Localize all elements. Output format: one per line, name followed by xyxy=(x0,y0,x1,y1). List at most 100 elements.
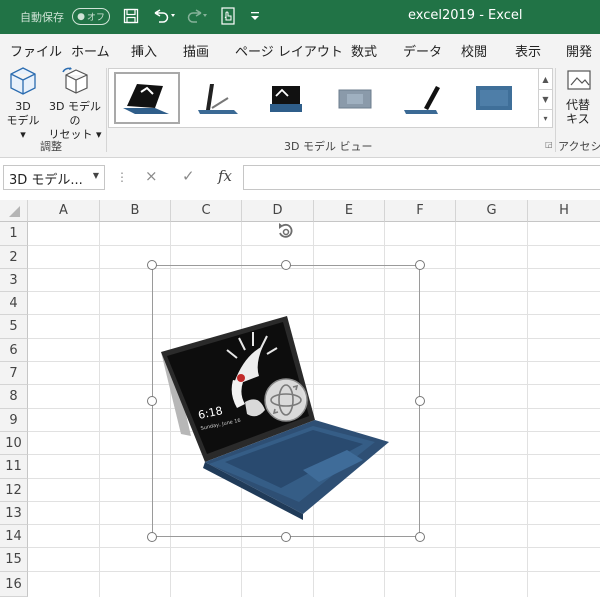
enter-icon[interactable]: ✓ xyxy=(182,167,195,185)
gallery-up-icon: ▲ xyxy=(542,74,549,84)
tab-home[interactable]: ホーム xyxy=(71,41,110,60)
column-header-e[interactable]: E xyxy=(314,200,385,222)
column-header-g[interactable]: G xyxy=(456,200,528,222)
group-separator xyxy=(106,68,107,152)
gridline xyxy=(99,222,100,597)
gridline xyxy=(28,245,600,246)
adjust-group-label: 調整 xyxy=(40,140,62,153)
resize-handle-top-left[interactable] xyxy=(147,260,157,270)
row-header-4[interactable]: 4 xyxy=(0,292,28,315)
row-header-9[interactable]: 9 xyxy=(0,409,28,432)
row-header-11[interactable]: 11 xyxy=(0,455,28,479)
view-thumbnail-2[interactable] xyxy=(183,72,249,124)
row-header-3[interactable]: 3 xyxy=(0,269,28,292)
gallery-scroll-down[interactable]: ▼ xyxy=(538,89,552,109)
autosave-state: オフ xyxy=(86,13,105,23)
alt-text-label-line1: 代替 xyxy=(566,98,591,112)
resize-handle-top[interactable] xyxy=(281,260,291,270)
column-header-f[interactable]: F xyxy=(385,200,456,222)
formula-input[interactable] xyxy=(243,165,600,190)
3d-model-views-group-label: 3D モデル ビュー xyxy=(284,140,373,153)
toggle-dot-icon: ● xyxy=(77,11,85,22)
name-box-dropdown-icon[interactable]: ▼ xyxy=(93,171,99,180)
tab-draw[interactable]: 描画 xyxy=(183,41,209,60)
view-thumbnail-1[interactable] xyxy=(114,72,180,124)
rotate-handle-icon[interactable] xyxy=(276,221,296,241)
resize-handle-right[interactable] xyxy=(415,396,425,406)
row-header-1[interactable]: 1 xyxy=(0,222,28,246)
dialog-launcher-icon[interactable]: ◲ xyxy=(545,140,553,149)
ribbon-tabs: ファイル ホーム 挿入 描画 ページ レイアウト 数式 データ 校閲 表示 開発 xyxy=(0,34,600,64)
alt-text-button[interactable]: 代替 キス xyxy=(566,68,600,126)
column-header-b[interactable]: B xyxy=(100,200,171,222)
resize-handle-bottom-right[interactable] xyxy=(415,532,425,542)
row-header-8[interactable]: 8 xyxy=(0,385,28,409)
row-header-6[interactable]: 6 xyxy=(0,339,28,362)
row-header-16[interactable]: 16 xyxy=(0,572,28,597)
gallery-more[interactable]: ▾ xyxy=(538,109,552,127)
row-header-15[interactable]: 15 xyxy=(0,548,28,572)
resize-handle-left[interactable] xyxy=(147,396,157,406)
3d-model-icon xyxy=(2,66,44,100)
3d-models-label-line2: モデル ▾ xyxy=(6,114,40,141)
view-thumbnail-6[interactable] xyxy=(461,72,527,124)
rotate-3d-control-icon[interactable] xyxy=(263,377,309,423)
alt-text-label-line2: キス xyxy=(566,112,590,126)
gridline xyxy=(527,222,528,597)
name-box-value: 3D モデル... xyxy=(9,173,83,188)
insert-function-icon[interactable]: fx xyxy=(218,167,232,185)
reset-3d-label-line1: 3D モデルの xyxy=(49,100,101,127)
3d-models-button[interactable]: 3D モデル ▾ xyxy=(2,66,44,142)
row-header-14[interactable]: 14 xyxy=(0,525,28,548)
column-header-a[interactable]: A xyxy=(28,200,100,222)
view-thumbnail-4[interactable] xyxy=(322,72,388,124)
tab-insert[interactable]: 挿入 xyxy=(131,41,157,60)
autosave-toggle[interactable]: ● オフ xyxy=(72,8,110,25)
gallery-scroll-up[interactable]: ▲ xyxy=(538,69,552,89)
tab-view[interactable]: 表示 xyxy=(515,41,541,60)
column-header-d[interactable]: D xyxy=(242,200,314,222)
resize-handle-top-right[interactable] xyxy=(415,260,425,270)
resize-handle-bottom-left[interactable] xyxy=(147,532,157,542)
group-separator xyxy=(555,68,556,152)
row-header-5[interactable]: 5 xyxy=(0,315,28,339)
row-header-2[interactable]: 2 xyxy=(0,246,28,269)
tab-developer[interactable]: 開発 xyxy=(566,41,592,60)
row-header-7[interactable]: 7 xyxy=(0,362,28,385)
3d-models-label-line1: 3D xyxy=(15,100,31,113)
title-bar: 自動保存 ● オフ excel2019 - Excel xyxy=(0,0,600,34)
alt-text-icon xyxy=(566,68,600,98)
reset-3d-icon xyxy=(46,66,104,100)
column-header-c[interactable]: C xyxy=(171,200,242,222)
tab-page-layout[interactable]: ページ レイアウト xyxy=(235,41,343,60)
view-thumbnail-5[interactable] xyxy=(391,72,457,124)
customize-qat-icon[interactable] xyxy=(248,5,262,27)
formula-bar-grip-icon: ⋮ xyxy=(116,170,128,184)
gridline xyxy=(455,222,456,597)
cancel-icon[interactable]: × xyxy=(145,167,158,185)
gridline xyxy=(28,547,600,548)
tab-file[interactable]: ファイル xyxy=(10,41,62,60)
gridline xyxy=(28,571,600,572)
row-header-13[interactable]: 13 xyxy=(0,502,28,525)
row-header-10[interactable]: 10 xyxy=(0,432,28,455)
name-box[interactable]: 3D モデル... ▼ xyxy=(3,165,105,190)
tab-data[interactable]: データ xyxy=(403,41,442,60)
touch-mode-icon[interactable] xyxy=(220,5,236,27)
tab-review[interactable]: 校閲 xyxy=(461,41,487,60)
document-title: excel2019 - Excel xyxy=(408,8,523,23)
redo-icon[interactable] xyxy=(182,5,210,27)
ribbon: 3D モデル ▾ 3D モデルの リセット ▾ 調整 ▲ ▼ ▾ 3D モデル … xyxy=(0,64,600,158)
gallery-down-icon: ▼ xyxy=(542,95,549,104)
undo-icon[interactable] xyxy=(150,5,178,27)
tab-formulas[interactable]: 数式 xyxy=(351,41,377,60)
accessibility-group-label: アクセシビ xyxy=(558,140,600,153)
save-icon[interactable] xyxy=(122,5,140,27)
resize-handle-bottom[interactable] xyxy=(281,532,291,542)
column-header-h[interactable]: H xyxy=(528,200,600,222)
row-header-12[interactable]: 12 xyxy=(0,479,28,502)
worksheet-grid: A B C D E F G H 1 2 3 4 5 6 7 8 9 10 11 … xyxy=(0,200,600,597)
reset-3d-model-button[interactable]: 3D モデルの リセット ▾ xyxy=(46,66,104,142)
select-all-corner[interactable] xyxy=(0,200,28,222)
view-thumbnail-3[interactable] xyxy=(253,72,319,124)
